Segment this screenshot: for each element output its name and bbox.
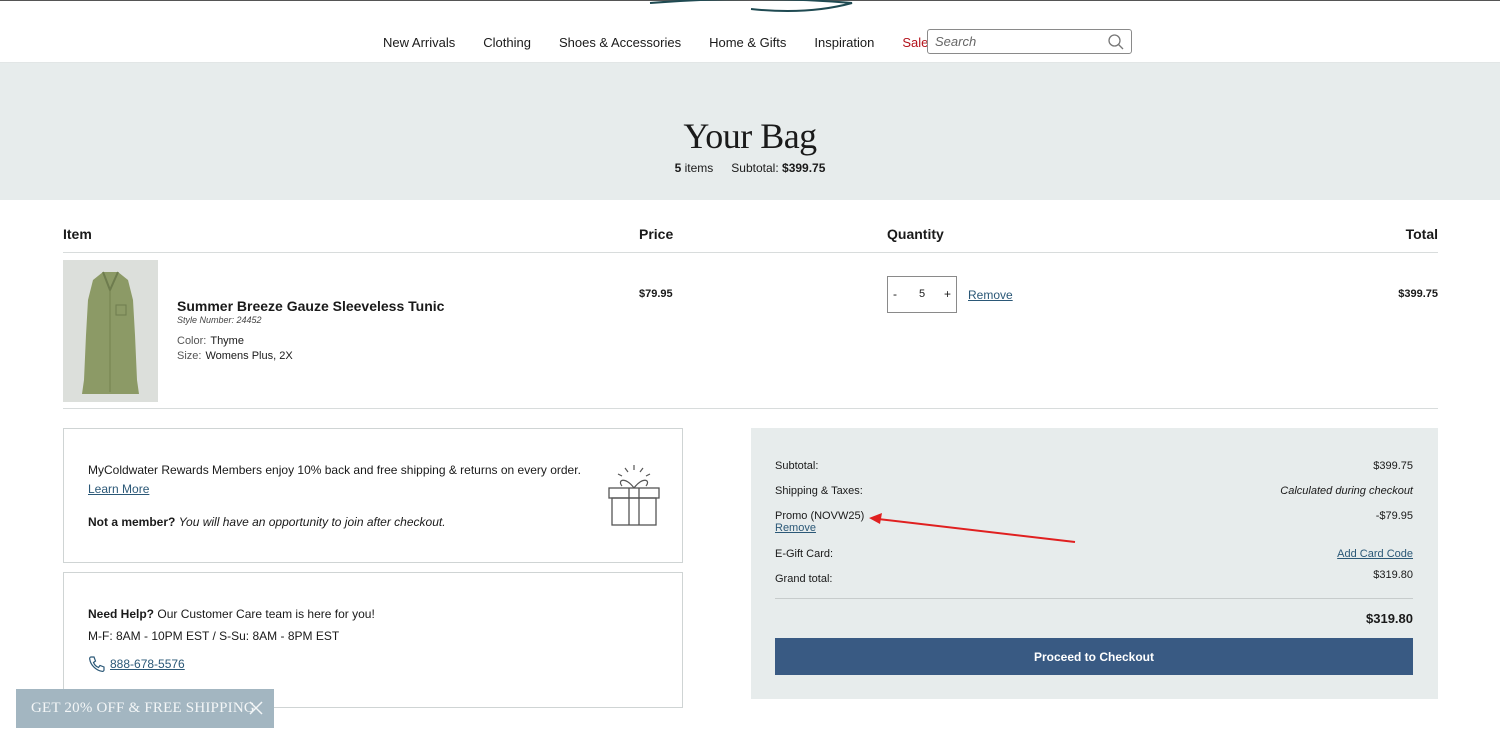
help-panel: Need Help? Our Customer Care team is her…	[63, 572, 683, 708]
rewards-text: MyColdwater Rewards Members enjoy 10% ba…	[88, 463, 581, 477]
search-input[interactable]	[935, 33, 1105, 50]
search-box	[927, 29, 1132, 54]
quantity-increase-button[interactable]: +	[944, 287, 951, 301]
grand-total-value: $319.80	[1373, 569, 1413, 581]
bag-hero: Your Bag 5 items Subtotal: $399.75	[0, 63, 1500, 200]
quantity-value[interactable]: 5	[912, 288, 932, 300]
quantity-stepper: - 5 +	[887, 276, 957, 313]
close-icon[interactable]	[249, 701, 263, 715]
nav-new-arrivals[interactable]: New Arrivals	[383, 35, 455, 50]
hero-subtotal-label: Subtotal:	[731, 161, 779, 175]
size-label: Size:	[177, 350, 202, 362]
phone-link[interactable]: 888-678-5576	[110, 657, 185, 671]
header-price: Price	[639, 226, 674, 242]
unit-price: $79.95	[639, 288, 673, 300]
nav-sale[interactable]: Sale	[902, 35, 928, 50]
promo-banner[interactable]: GET 20% OFF & FREE SHIPPING	[16, 689, 274, 728]
page-title: Your Bag	[683, 116, 817, 156]
nav-inspiration[interactable]: Inspiration	[814, 35, 874, 50]
proceed-to-checkout-button[interactable]: Proceed to Checkout	[775, 638, 1413, 675]
promo-value: -$79.95	[1375, 510, 1413, 522]
summary-subtotal-row: Subtotal: $399.75	[775, 460, 1413, 472]
shipping-label: Shipping & Taxes:	[775, 485, 863, 497]
item-count: 5	[674, 161, 682, 175]
order-summary: Subtotal: $399.75 Shipping & Taxes: Calc…	[751, 428, 1438, 699]
order-total: $319.80	[1366, 611, 1413, 626]
help-hours: M-F: 8AM - 10PM EST / S-Su: 8AM - 8PM ES…	[88, 629, 340, 643]
not-member-text: You will have an opportunity to join aft…	[178, 515, 446, 529]
summary-grand-row: Grand total: $319.80	[775, 569, 1413, 585]
table-header-divider	[63, 252, 1438, 253]
size-value: Womens Plus, 2X	[205, 350, 293, 362]
header-quantity: Quantity	[887, 226, 944, 242]
nav-clothing[interactable]: Clothing	[483, 35, 531, 50]
not-member-line: Not a member? You will have an opportuni…	[88, 515, 446, 529]
line-total: $399.75	[1398, 288, 1438, 300]
product-size: Size: Womens Plus, 2X	[177, 350, 293, 362]
product-style-number: Style Number: 24452	[177, 315, 262, 325]
phone-icon	[89, 656, 105, 672]
annotation-arrow-icon	[869, 513, 1076, 543]
hero-subtotal-value: $399.75	[782, 161, 826, 175]
promo-label: Promo (NOVW25)	[775, 510, 865, 522]
add-card-code-link[interactable]: Add Card Code	[1337, 548, 1413, 560]
nav-shoes-accessories[interactable]: Shoes & Accessories	[559, 35, 681, 50]
bag-summary-line: 5 items Subtotal: $399.75	[0, 161, 1500, 175]
color-value: Thyme	[210, 335, 244, 347]
product-image[interactable]	[63, 260, 158, 402]
promo-banner-text[interactable]: GET 20% OFF & FREE SHIPPING	[31, 700, 255, 717]
help-text: Our Customer Care team is here for you!	[157, 607, 375, 621]
learn-more-link[interactable]: Learn More	[88, 482, 149, 496]
logo-arc-icon[interactable]	[648, 0, 854, 13]
help-bold: Need Help?	[88, 607, 155, 621]
summary-subtotal-value: $399.75	[1373, 460, 1413, 472]
summary-subtotal-label: Subtotal:	[775, 460, 819, 472]
help-line: Need Help? Our Customer Care team is her…	[88, 607, 375, 621]
items-label: items	[684, 161, 714, 175]
color-label: Color:	[177, 335, 207, 347]
rewards-panel: MyColdwater Rewards Members enjoy 10% ba…	[63, 428, 683, 563]
gift-icon	[608, 465, 660, 526]
search-icon[interactable]	[1107, 33, 1125, 51]
header-total: Total	[1405, 226, 1438, 242]
summary-shipping-row: Shipping & Taxes: Calculated during chec…	[775, 485, 1413, 497]
product-name[interactable]: Summer Breeze Gauze Sleeveless Tunic	[177, 298, 444, 314]
table-row-divider	[63, 408, 1438, 409]
shipping-value: Calculated during checkout	[1280, 485, 1413, 497]
header-item: Item	[63, 226, 92, 242]
product-color: Color: Thyme	[177, 335, 244, 347]
summary-divider	[775, 598, 1413, 599]
grand-total-label: Grand total:	[775, 573, 833, 585]
main-nav: New Arrivals Clothing Shoes & Accessorie…	[383, 35, 956, 50]
nav-home-gifts[interactable]: Home & Gifts	[709, 35, 786, 50]
not-member-bold: Not a member?	[88, 515, 176, 529]
egift-label: E-Gift Card:	[775, 548, 834, 560]
quantity-decrease-button[interactable]: -	[893, 287, 897, 301]
site-header: New Arrivals Clothing Shoes & Accessorie…	[0, 0, 1500, 63]
promo-remove-link[interactable]: Remove	[775, 522, 816, 534]
remove-item-link[interactable]: Remove	[968, 288, 1013, 302]
